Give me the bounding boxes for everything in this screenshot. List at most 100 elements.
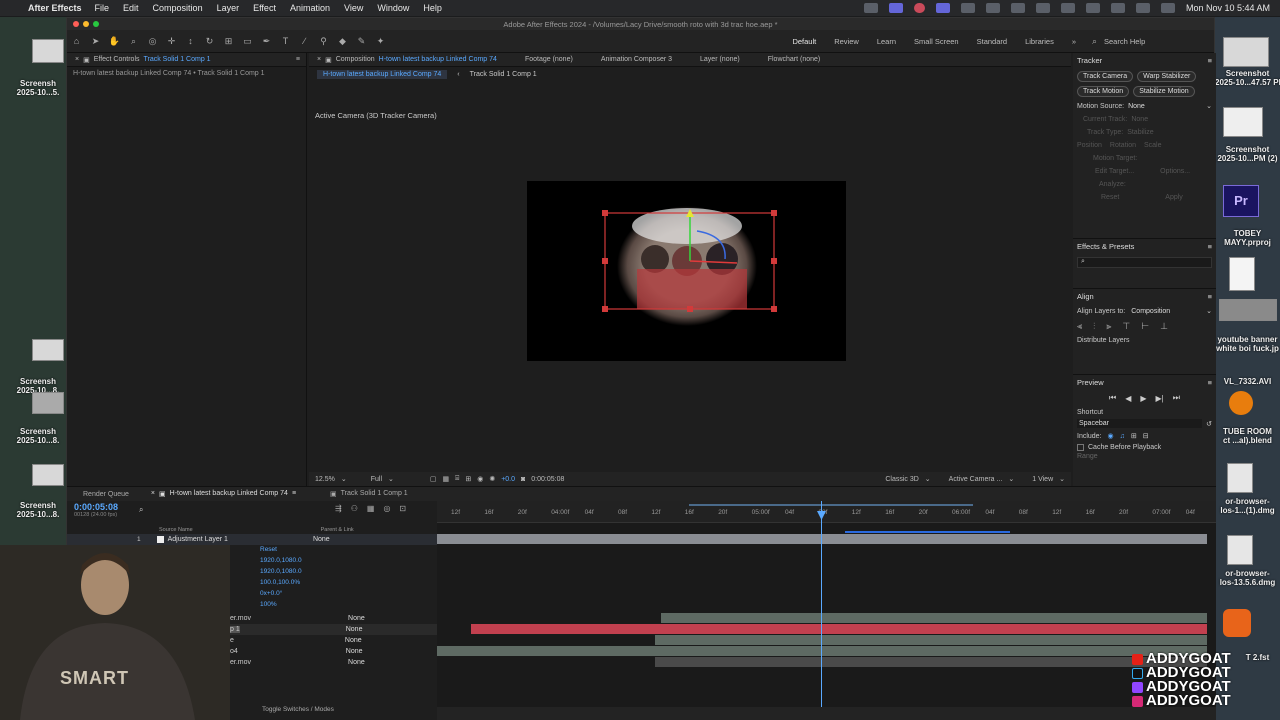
window-icon[interactable]: [935, 3, 950, 13]
volume-icon[interactable]: [1010, 3, 1025, 13]
track-motion-button[interactable]: Track Motion: [1077, 86, 1130, 97]
desktop-file-label[interactable]: or-browser- los-13.5.6.dmg: [1215, 569, 1280, 587]
grid-icon[interactable]: ⊞: [465, 475, 471, 483]
layer-parent-dropdown[interactable]: None: [346, 626, 363, 633]
minimize-window-button[interactable]: [83, 21, 89, 27]
dolly-camera-icon[interactable]: ↕: [184, 34, 198, 48]
rotation-value[interactable]: 0x+0.0°: [260, 590, 282, 597]
align-top-icon[interactable]: ⊤: [1122, 321, 1130, 332]
dmg-icon[interactable]: [1227, 535, 1253, 565]
menubar-clock[interactable]: Mon Nov 10 5:44 AM: [1186, 3, 1270, 13]
bounding-box-handle[interactable]: [687, 306, 693, 312]
layer-bar[interactable]: [655, 635, 1207, 645]
tab-composition[interactable]: × ▣ Composition H-town latest backup Lin…: [309, 56, 505, 64]
panel-menu-icon[interactable]: ≡: [1208, 378, 1212, 387]
color-management-icon[interactable]: ✺: [489, 475, 495, 483]
type-tool-icon[interactable]: T: [279, 34, 293, 48]
desktop-file-label[interactable]: Screensh 2025-10...8.: [10, 501, 66, 519]
diamond-icon[interactable]: [960, 3, 975, 13]
scale-value[interactable]: 100.0,100.0%: [260, 579, 300, 586]
edit-target-button[interactable]: Edit Target...: [1095, 168, 1134, 175]
breadcrumb-track-solid[interactable]: Track Solid 1 Comp 1: [470, 71, 537, 78]
frame-blending-icon[interactable]: ▦: [367, 504, 375, 513]
current-time-indicator[interactable]: [821, 501, 822, 707]
cloud-icon[interactable]: [985, 3, 1000, 13]
menu-view[interactable]: View: [337, 3, 370, 13]
layer-parent-dropdown[interactable]: None: [345, 637, 362, 644]
pan-camera-icon[interactable]: ✛: [165, 34, 179, 48]
desktop-file-label[interactable]: TUBE ROOM ct ...al).blend: [1215, 427, 1280, 445]
workspace-standard[interactable]: Standard: [968, 37, 1016, 46]
desktop-file-label[interactable]: Screensh 2025-10...5.: [10, 79, 66, 97]
tab-layer[interactable]: Layer (none): [680, 56, 748, 63]
chevron-right-icon[interactable]: »: [1063, 37, 1085, 46]
rotation-checkbox[interactable]: Rotation: [1110, 142, 1136, 149]
position-checkbox[interactable]: Position: [1077, 142, 1102, 149]
anchor-tool-icon[interactable]: ⊞: [222, 34, 236, 48]
align-to-dropdown[interactable]: Composition: [1131, 308, 1170, 315]
footer-timecode[interactable]: 0:00:05:08: [531, 476, 564, 483]
menu-file[interactable]: File: [88, 3, 117, 13]
chevron-down-icon[interactable]: ⌄: [925, 475, 931, 483]
selection-tool-icon[interactable]: ➤: [89, 34, 103, 48]
resolution-dropdown[interactable]: Full: [371, 476, 382, 483]
exposure-value[interactable]: +0.0: [501, 476, 515, 483]
time-ruler[interactable]: 12f 16f 20f 04:00f 04f 08f 12f 16f 20f 05:00f 04f 0…: [437, 501, 1216, 523]
workspace-libraries[interactable]: Libraries: [1016, 37, 1063, 46]
desktop-thumbnail[interactable]: [32, 392, 64, 414]
search-icon[interactable]: ⌕: [139, 505, 143, 515]
tab-render-queue[interactable]: Render Queue: [67, 491, 145, 498]
graph-editor-icon[interactable]: ⊡: [399, 504, 406, 513]
include-audio-icon[interactable]: ♫: [1120, 433, 1125, 440]
blender-icon[interactable]: [1229, 391, 1253, 415]
brush-tool-icon[interactable]: ∕: [298, 34, 312, 48]
layer-name[interactable]: er.mov: [230, 615, 251, 622]
shy-icon[interactable]: ⚇: [351, 504, 358, 513]
region-of-interest-icon[interactable]: ▢: [430, 475, 437, 483]
creative-cloud-icon[interactable]: [863, 3, 878, 13]
layer-row[interactable]: 1 Adjustment Layer 1 None: [67, 534, 437, 545]
fl-studio-icon[interactable]: [1223, 609, 1251, 637]
motion-source-dropdown[interactable]: None: [1128, 103, 1145, 110]
effects-search-input[interactable]: ⌕: [1077, 257, 1212, 268]
panel-menu-icon[interactable]: ≡: [1208, 292, 1212, 301]
screen-record-icon[interactable]: [888, 3, 903, 13]
chevron-down-icon[interactable]: ⌄: [388, 475, 394, 483]
layer-color-label[interactable]: [156, 536, 164, 543]
pen-tool-icon[interactable]: ✒: [260, 34, 274, 48]
current-timecode[interactable]: 0:00:05:08: [74, 502, 118, 512]
search-icon[interactable]: [1135, 3, 1150, 13]
layer-parent-dropdown[interactable]: None: [346, 648, 363, 655]
close-icon[interactable]: ×: [75, 56, 79, 63]
last-frame-icon[interactable]: ⏭: [1173, 393, 1180, 403]
workspace-default[interactable]: Default: [783, 37, 825, 46]
desktop-thumbnail[interactable]: [32, 339, 64, 361]
zoom-tool-icon[interactable]: ⌕: [127, 34, 141, 48]
battery-icon[interactable]: [1085, 3, 1100, 13]
desktop-thumbnail[interactable]: [32, 464, 64, 486]
bounding-box-handle[interactable]: [771, 210, 777, 216]
tab-footage[interactable]: Footage (none): [505, 56, 581, 63]
first-frame-icon[interactable]: ⏮: [1109, 393, 1116, 403]
desktop-file-label[interactable]: Screenshot 2025-10...47.57 PM: [1215, 69, 1280, 87]
close-window-button[interactable]: [73, 21, 79, 27]
layer-bar[interactable]: [655, 657, 1207, 667]
position-value[interactable]: 1920.0,1080.0: [260, 568, 302, 575]
align-left-icon[interactable]: ⫷: [1077, 321, 1082, 332]
chevron-down-icon[interactable]: ⌄: [1206, 307, 1212, 315]
mask-visibility-icon[interactable]: ⌸: [455, 475, 459, 483]
workspace-learn[interactable]: Learn: [868, 37, 905, 46]
camera-view-dropdown[interactable]: Active Camera ...: [949, 476, 1003, 483]
panel-menu-icon[interactable]: ≡: [1208, 242, 1212, 251]
scale-checkbox[interactable]: Scale: [1144, 142, 1162, 149]
desktop-file-label[interactable]: T 2.fst: [1235, 653, 1280, 662]
adjustment-layer-bar[interactable]: [437, 534, 1207, 544]
roto-brush-icon[interactable]: ✎: [355, 34, 369, 48]
next-frame-icon[interactable]: ▶|: [1156, 394, 1164, 403]
timeline-zoom-bar[interactable]: [437, 707, 1216, 720]
close-icon[interactable]: ×: [151, 490, 155, 498]
tab-animation-composer[interactable]: Animation Composer 3: [581, 56, 680, 63]
comp-flowchart-icon[interactable]: ⇶: [335, 504, 342, 513]
desktop-thumbnail[interactable]: [1223, 107, 1263, 137]
renderer-dropdown[interactable]: Classic 3D: [885, 476, 918, 483]
